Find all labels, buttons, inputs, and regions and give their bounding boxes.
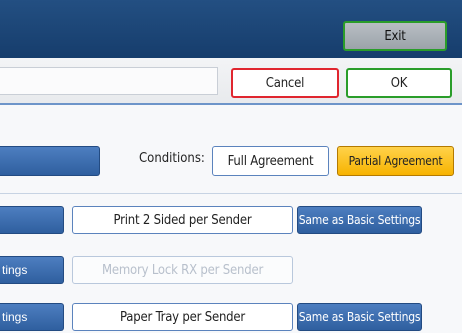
print-2-sided-per-sender-button[interactable]: Print 2 Sided per Sender <box>72 206 293 234</box>
conditions-label: Conditions: <box>139 151 205 166</box>
row1-setting-button[interactable]: Same as Basic Settings <box>297 206 422 234</box>
partial-agreement-button[interactable]: Partial Agreement <box>337 146 454 176</box>
conditions-category-button[interactable] <box>0 146 100 176</box>
row-divider <box>0 193 462 194</box>
ok-button[interactable]: OK <box>346 68 452 98</box>
cancel-button[interactable]: Cancel <box>231 68 339 98</box>
exit-button[interactable]: Exit <box>343 21 447 51</box>
paper-tray-per-sender-button[interactable]: Paper Tray per Sender <box>72 303 293 331</box>
memory-lock-rx-per-sender-button: Memory Lock RX per Sender <box>72 256 293 284</box>
row2-category-button[interactable]: tings <box>0 256 64 284</box>
row3-category-button[interactable]: tings <box>0 303 64 331</box>
title-field <box>0 67 218 95</box>
full-agreement-button[interactable]: Full Agreement <box>212 146 329 176</box>
row3-setting-button[interactable]: Same as Basic Settings <box>297 303 422 331</box>
row1-category-button[interactable] <box>0 206 64 234</box>
